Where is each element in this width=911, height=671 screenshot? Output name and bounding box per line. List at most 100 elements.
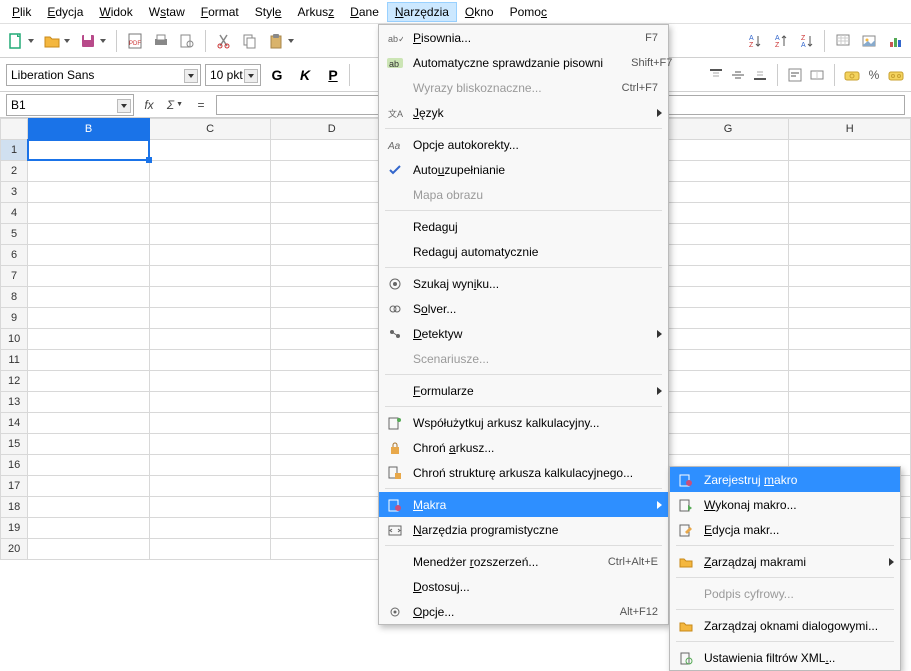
cell[interactable] <box>789 161 911 182</box>
cell[interactable] <box>271 413 393 434</box>
cut-icon[interactable] <box>212 29 236 53</box>
col-header-h[interactable]: H <box>789 119 911 140</box>
col-header-d[interactable]: D <box>271 119 393 140</box>
cell[interactable] <box>667 350 789 371</box>
cell[interactable] <box>667 182 789 203</box>
row-header-15[interactable]: 15 <box>1 434 28 455</box>
cell[interactable] <box>28 455 150 476</box>
cell[interactable] <box>789 287 911 308</box>
align-top-icon[interactable] <box>707 66 725 84</box>
cell[interactable] <box>271 539 393 560</box>
row-header-18[interactable]: 18 <box>1 497 28 518</box>
chevron-down-icon[interactable] <box>244 69 258 83</box>
export-pdf-icon[interactable]: PDF <box>123 29 147 53</box>
cell[interactable] <box>28 329 150 350</box>
col-header-c[interactable]: C <box>149 119 271 140</box>
row-header-3[interactable]: 3 <box>1 182 28 203</box>
menu-arkusz[interactable]: Arkusz <box>289 2 342 22</box>
col-header-g[interactable]: G <box>667 119 789 140</box>
cell[interactable] <box>789 224 911 245</box>
tools-menu-item[interactable]: Opcje...Alt+F12 <box>379 599 668 624</box>
cell[interactable] <box>149 266 271 287</box>
cell[interactable] <box>28 350 150 371</box>
corner-header[interactable] <box>1 119 28 140</box>
menu-dane[interactable]: Dane <box>342 2 387 22</box>
cell[interactable] <box>271 392 393 413</box>
cell[interactable] <box>271 140 393 161</box>
fx-icon[interactable]: fx <box>138 94 160 116</box>
cell[interactable] <box>149 497 271 518</box>
row-header-10[interactable]: 10 <box>1 329 28 350</box>
chart-icon[interactable] <box>883 29 907 53</box>
percent-icon[interactable]: % <box>865 66 883 84</box>
sort-icon[interactable]: AZ <box>742 29 766 53</box>
cell-reference-box[interactable]: B1 <box>6 94 134 116</box>
align-bottom-icon[interactable] <box>751 66 769 84</box>
cell[interactable] <box>149 329 271 350</box>
cell[interactable] <box>789 350 911 371</box>
bold-button[interactable]: G <box>265 63 289 87</box>
sort-asc-icon[interactable]: AZ <box>768 29 792 53</box>
cell[interactable] <box>271 476 393 497</box>
menu-format[interactable]: Format <box>193 2 247 22</box>
cell[interactable] <box>149 371 271 392</box>
italic-button[interactable]: K <box>293 63 317 87</box>
merge-icon[interactable] <box>808 66 826 84</box>
cell[interactable] <box>28 539 150 560</box>
paste-icon[interactable] <box>264 29 288 53</box>
macros-menu-item[interactable]: Zarejestruj makro <box>670 467 900 492</box>
row-header-20[interactable]: 20 <box>1 539 28 560</box>
menu-wstaw[interactable]: Wstaw <box>141 2 193 22</box>
row-header-19[interactable]: 19 <box>1 518 28 539</box>
tools-menu-item[interactable]: abAutomatyczne sprawdzanie pisowniShift+… <box>379 50 668 75</box>
cell[interactable] <box>149 287 271 308</box>
wrap-icon[interactable] <box>786 66 804 84</box>
menu-pomoc[interactable]: Pomoc <box>502 2 555 22</box>
menu-okno[interactable]: Okno <box>457 2 502 22</box>
row-header-11[interactable]: 11 <box>1 350 28 371</box>
macros-menu-item[interactable]: Ustawienia filtrów XML... <box>670 645 900 670</box>
row-header-17[interactable]: 17 <box>1 476 28 497</box>
cell[interactable] <box>28 497 150 518</box>
cell[interactable] <box>667 266 789 287</box>
cell[interactable] <box>149 476 271 497</box>
cell[interactable] <box>667 224 789 245</box>
cell[interactable] <box>271 329 393 350</box>
sigma-icon[interactable]: Σ▼ <box>164 94 186 116</box>
cell[interactable] <box>789 308 911 329</box>
tools-menu-item[interactable]: Solver... <box>379 296 668 321</box>
tools-menu-item[interactable]: Formularze <box>379 378 668 403</box>
chevron-down-icon[interactable] <box>117 99 131 113</box>
cell[interactable] <box>667 329 789 350</box>
cell[interactable] <box>28 161 150 182</box>
cell[interactable] <box>28 476 150 497</box>
cell[interactable] <box>789 434 911 455</box>
cell[interactable] <box>28 413 150 434</box>
cell[interactable] <box>28 434 150 455</box>
cell[interactable] <box>149 434 271 455</box>
cell[interactable] <box>28 203 150 224</box>
cell[interactable] <box>271 308 393 329</box>
tools-menu-item[interactable]: Chroń strukturę arkusza kalkulacyjnego..… <box>379 460 668 485</box>
tools-menu-item[interactable]: Menedżer rozszerzeń...Ctrl+Alt+E <box>379 549 668 574</box>
new-file-icon[interactable] <box>4 29 28 53</box>
cell[interactable] <box>149 203 271 224</box>
row-header-14[interactable]: 14 <box>1 413 28 434</box>
image-icon[interactable] <box>857 29 881 53</box>
cell[interactable] <box>789 413 911 434</box>
cell[interactable] <box>667 392 789 413</box>
cell[interactable] <box>667 287 789 308</box>
copy-icon[interactable] <box>238 29 262 53</box>
cell[interactable] <box>271 224 393 245</box>
cell[interactable] <box>271 287 393 308</box>
cell[interactable] <box>28 392 150 413</box>
cell[interactable] <box>667 308 789 329</box>
cell[interactable] <box>149 161 271 182</box>
cell[interactable] <box>667 434 789 455</box>
cell[interactable] <box>789 203 911 224</box>
menu-widok[interactable]: Widok <box>91 2 140 22</box>
tools-menu-item[interactable]: Współużytkuj arkusz kalkulacyjny... <box>379 410 668 435</box>
macros-menu-item[interactable]: Zarządzaj oknami dialogowymi... <box>670 613 900 638</box>
cell[interactable] <box>789 371 911 392</box>
cell[interactable] <box>271 203 393 224</box>
